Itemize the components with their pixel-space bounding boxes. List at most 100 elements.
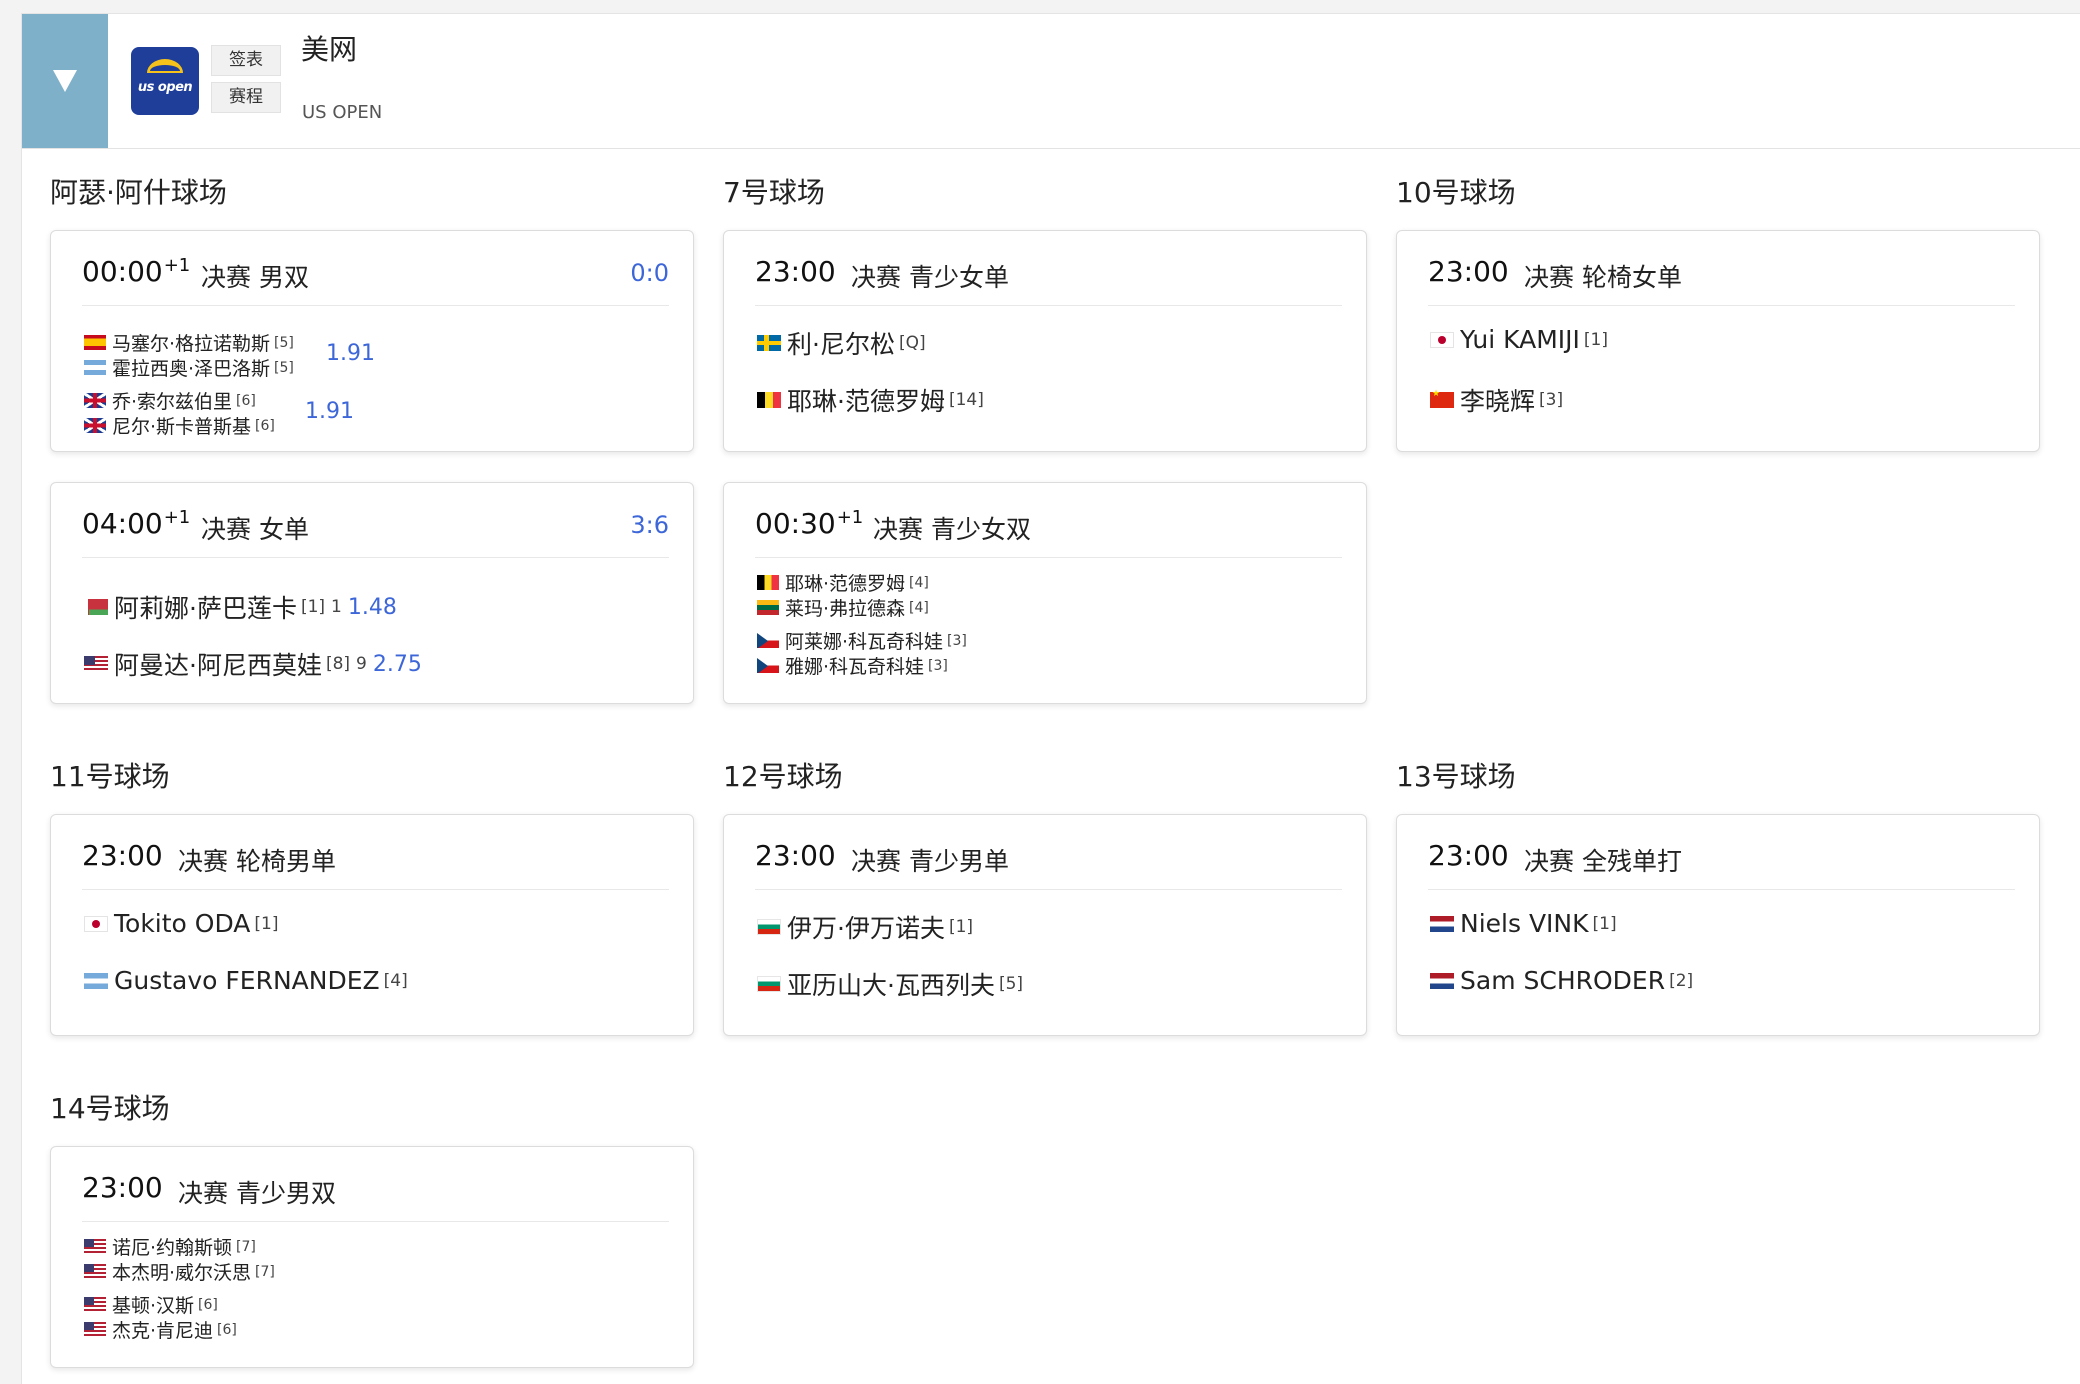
match-round: 决赛 轮椅女单	[1524, 263, 1682, 292]
match-time: 23:00	[82, 1171, 163, 1204]
tournament-title: 美网	[301, 33, 358, 66]
match-time: 23:00	[1428, 839, 1509, 872]
court-title: 12号球场	[723, 760, 843, 793]
tournament-subtitle: US OPEN	[302, 102, 383, 123]
match-round: 决赛 青少女双	[873, 515, 1031, 544]
player-row: Sam SCHRODER [2]	[1430, 966, 1693, 996]
player-row: 亚历山大·瓦西列夫 [5]	[757, 966, 1023, 1000]
match-header: 23:00 决赛 青少男单	[755, 837, 1342, 890]
usa-flag-icon	[84, 1297, 106, 1312]
match-time: 23:00	[755, 255, 836, 288]
match-header: 23:00 决赛 轮椅男单	[82, 837, 669, 890]
tournament-header: us open 签表 赛程 美网 US OPEN	[22, 14, 2080, 149]
collapse-toggle[interactable]	[22, 14, 108, 148]
player-row: Tokito ODA [1]	[84, 909, 278, 939]
match-score: 3:6	[630, 511, 669, 539]
team-odds: 1.91	[305, 399, 354, 424]
player-row: 马塞尔·格拉诺勒斯 [5]	[84, 329, 294, 355]
player-row: 伊万·伊万诺夫 [1]	[757, 909, 973, 943]
match-round: 决赛 青少女单	[851, 263, 1009, 292]
netherlands-flag-icon	[1430, 915, 1454, 932]
japan-flag-icon	[1430, 331, 1454, 348]
player-row: 尼尔·斯卡普斯基 [6]	[84, 412, 275, 438]
czech-flag-icon	[757, 633, 779, 648]
uk-flag-icon	[84, 393, 106, 408]
match-time: 23:00	[755, 839, 836, 872]
match-card[interactable]: 23:00 决赛 青少男双 诺厄·约翰斯顿 [7] 本杰明·威尔沃思 [7] 基顿·…	[50, 1146, 694, 1368]
player-row: 耶琳·范德罗姆 [4]	[757, 569, 929, 595]
china-flag-icon	[1430, 389, 1454, 408]
player-row: 杰克·肯尼迪 [6]	[84, 1316, 237, 1342]
player-row: 霍拉西奥·泽巴洛斯 [5]	[84, 354, 294, 380]
match-card[interactable]: 23:00 决赛 青少女单 利·尼尔松 [Q] 耶琳·范德罗姆 [14]	[723, 230, 1367, 452]
draw-button[interactable]: 签表	[211, 45, 281, 76]
player-row: 乔·索尔兹伯里 [6]	[84, 387, 256, 413]
match-header: 23:00 决赛 全残单打	[1428, 837, 2015, 890]
court-title: 13号球场	[1396, 760, 1516, 793]
match-card[interactable]: 00:30+1 决赛 青少女双 耶琳·范德罗姆 [4] 莱玛·弗拉德森 [4] 阿莱…	[723, 482, 1367, 704]
player-row: 利·尼尔松 [Q]	[757, 325, 926, 359]
court-title: 7号球场	[723, 176, 825, 209]
player-row: 基顿·汉斯 [6]	[84, 1291, 218, 1317]
usa-flag-icon	[84, 1239, 106, 1254]
schedule-panel: us open 签表 赛程 美网 US OPEN 阿瑟·阿什球场 7号球场 10…	[21, 13, 2080, 1384]
spain-flag-icon	[84, 335, 106, 350]
match-round: 决赛 男双	[201, 263, 309, 292]
match-round: 决赛 青少男双	[178, 1179, 336, 1208]
match-round: 决赛 全残单打	[1524, 847, 1682, 876]
match-card[interactable]: 00:00+1 决赛 男双 0:0 马塞尔·格拉诺勒斯 [5] 霍拉西奥·泽巴洛斯…	[50, 230, 694, 452]
match-score: 0:0	[630, 259, 669, 287]
match-card[interactable]: 23:00 决赛 轮椅男单 Tokito ODA [1] Gustavo FERN…	[50, 814, 694, 1036]
match-header: 04:00+1 决赛 女单 3:6	[82, 505, 669, 558]
player-row: 阿莱娜·科瓦奇科娃 [3]	[757, 627, 967, 653]
uk-flag-icon	[84, 418, 106, 433]
match-card[interactable]: 23:00 决赛 全残单打 Niels VINK [1] Sam SCHRODER…	[1396, 814, 2040, 1036]
match-header: 23:00 决赛 青少男双	[82, 1169, 669, 1222]
player-row: 阿莉娜·萨巴莲卡 [1] 1 1.48	[84, 589, 397, 623]
court-title: 11号球场	[50, 760, 170, 793]
us-open-logo: us open	[131, 47, 199, 115]
bulgaria-flag-icon	[757, 976, 781, 992]
logo-text: us open	[137, 80, 193, 95]
sweden-flag-icon	[757, 335, 781, 351]
bulgaria-flag-icon	[757, 919, 781, 935]
triangle-down-icon	[53, 70, 77, 92]
match-time: 23:00	[1428, 255, 1509, 288]
player-row: 李晓辉[3]	[1430, 382, 1563, 416]
schedule-button[interactable]: 赛程	[211, 82, 281, 113]
usa-flag-icon	[84, 1264, 106, 1279]
player-row: 阿曼达·阿尼西莫娃 [8] 9 2.75	[84, 646, 422, 680]
belarus-flag-icon	[84, 599, 108, 615]
netherlands-flag-icon	[1430, 972, 1454, 989]
court-title: 阿瑟·阿什球场	[50, 176, 227, 209]
match-round: 决赛 青少男单	[851, 847, 1009, 876]
belgium-flag-icon	[757, 392, 781, 408]
match-time: 00:00+1	[82, 255, 191, 288]
czech-flag-icon	[757, 658, 779, 673]
lithuania-flag-icon	[757, 600, 779, 615]
match-header: 00:00+1 决赛 男双 0:0	[82, 253, 669, 306]
court-title: 10号球场	[1396, 176, 1516, 209]
player-row: Gustavo FERNANDEZ [4]	[84, 966, 408, 996]
player-row: 耶琳·范德罗姆 [14]	[757, 382, 984, 416]
match-header: 23:00 决赛 青少女单	[755, 253, 1342, 306]
match-card[interactable]: 23:00 决赛 轮椅女单 Yui KAMIJI[1] 李晓辉[3]	[1396, 230, 2040, 452]
argentina-flag-icon	[84, 360, 106, 375]
player-row: 雅娜·科瓦奇科娃 [3]	[757, 652, 948, 678]
match-card[interactable]: 23:00 决赛 青少男单 伊万·伊万诺夫 [1] 亚历山大·瓦西列夫 [5]	[723, 814, 1367, 1036]
player-row: 本杰明·威尔沃思 [7]	[84, 1258, 275, 1284]
player-row: Niels VINK [1]	[1430, 909, 1617, 939]
match-header: 23:00 决赛 轮椅女单	[1428, 253, 2015, 306]
match-time: 04:00+1	[82, 507, 191, 540]
belgium-flag-icon	[757, 575, 779, 590]
match-round: 决赛 轮椅男单	[178, 847, 336, 876]
match-card[interactable]: 04:00+1 决赛 女单 3:6 阿莉娜·萨巴莲卡 [1] 1 1.48 阿曼达·阿…	[50, 482, 694, 704]
match-time: 00:30+1	[755, 507, 864, 540]
argentina-flag-icon	[84, 972, 108, 989]
match-time: 23:00	[82, 839, 163, 872]
player-row: 诺厄·约翰斯顿 [7]	[84, 1233, 256, 1259]
match-round: 决赛 女单	[201, 515, 309, 544]
usa-flag-icon	[84, 1322, 106, 1337]
team-odds: 1.91	[326, 341, 375, 366]
player-row: 莱玛·弗拉德森 [4]	[757, 594, 929, 620]
